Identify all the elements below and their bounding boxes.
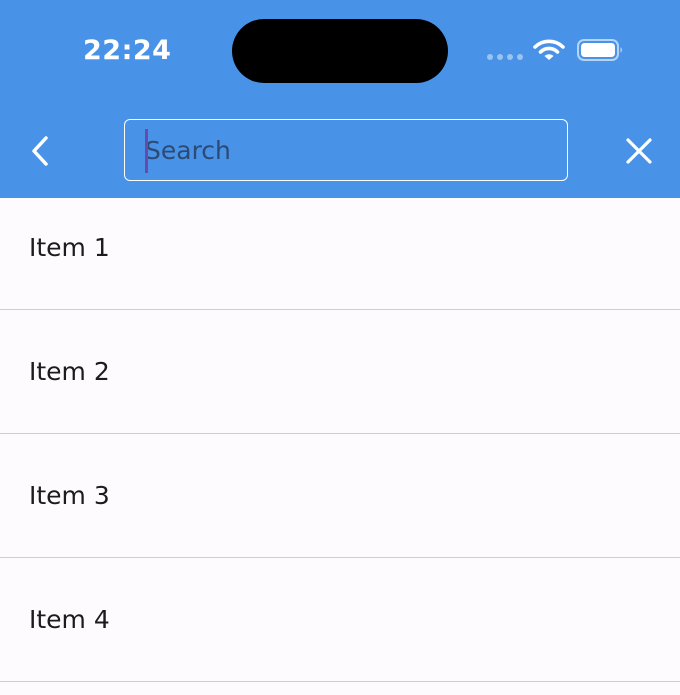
list-item-label: Item 3 <box>29 481 110 510</box>
text-cursor <box>145 129 148 173</box>
list-item[interactable]: Item 2 <box>0 310 680 434</box>
list-item-label: Item 2 <box>29 357 110 386</box>
list-item-label: Item 4 <box>29 605 110 634</box>
close-icon <box>626 138 652 164</box>
dynamic-island <box>232 19 448 83</box>
list-item[interactable]: Item 1 <box>0 198 680 310</box>
battery-icon <box>577 39 622 61</box>
status-time: 22:24 <box>83 35 172 66</box>
list-item[interactable]: Item 4 <box>0 558 680 682</box>
results-list: Item 1 Item 2 Item 3 Item 4 <box>0 198 680 682</box>
list-item-label: Item 1 <box>29 233 110 262</box>
list-item[interactable]: Item 3 <box>0 434 680 558</box>
wifi-icon <box>533 39 565 60</box>
search-field[interactable] <box>124 119 568 181</box>
back-button[interactable] <box>20 128 62 174</box>
search-input[interactable] <box>145 128 545 172</box>
app-bar: 22:24 <box>0 0 680 198</box>
cellular-signal-icon <box>487 54 523 62</box>
chevron-left-icon <box>32 136 48 166</box>
clear-search-button[interactable] <box>616 128 662 174</box>
